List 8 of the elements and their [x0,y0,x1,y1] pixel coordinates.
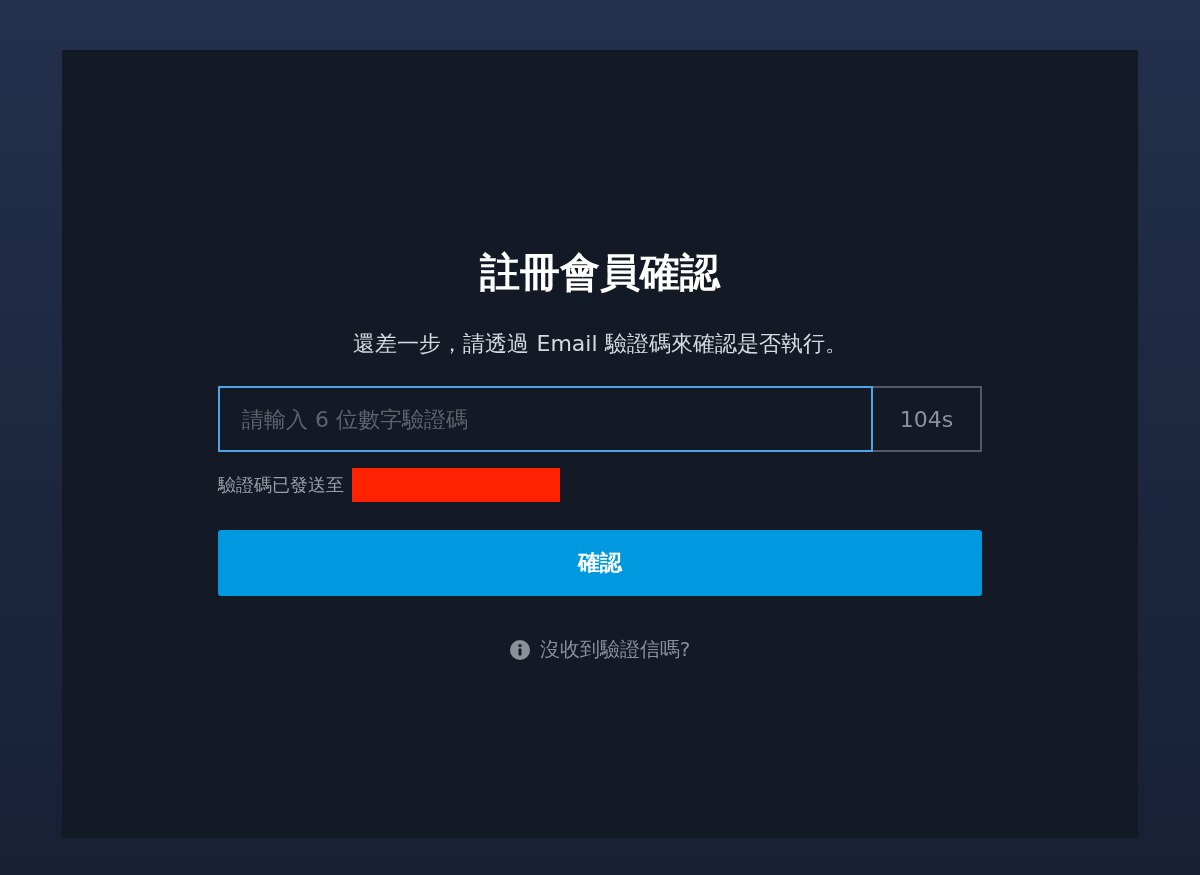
code-input-field[interactable]: 請輸入 6 位數字驗證碼 [218,386,873,452]
confirm-button[interactable]: 確認 [218,530,982,596]
dialog-title: 註冊會員確認 [480,248,720,297]
resend-help-link[interactable]: 沒收到驗證信嗎? [539,636,691,663]
instruction-text: 還差一步，請透過 Email 驗證碼來確認是否執行。 [353,330,847,358]
countdown-timer: 104s [873,386,982,452]
sent-notice-text: 驗證碼已發送至 [218,473,344,497]
info-icon [509,639,530,660]
